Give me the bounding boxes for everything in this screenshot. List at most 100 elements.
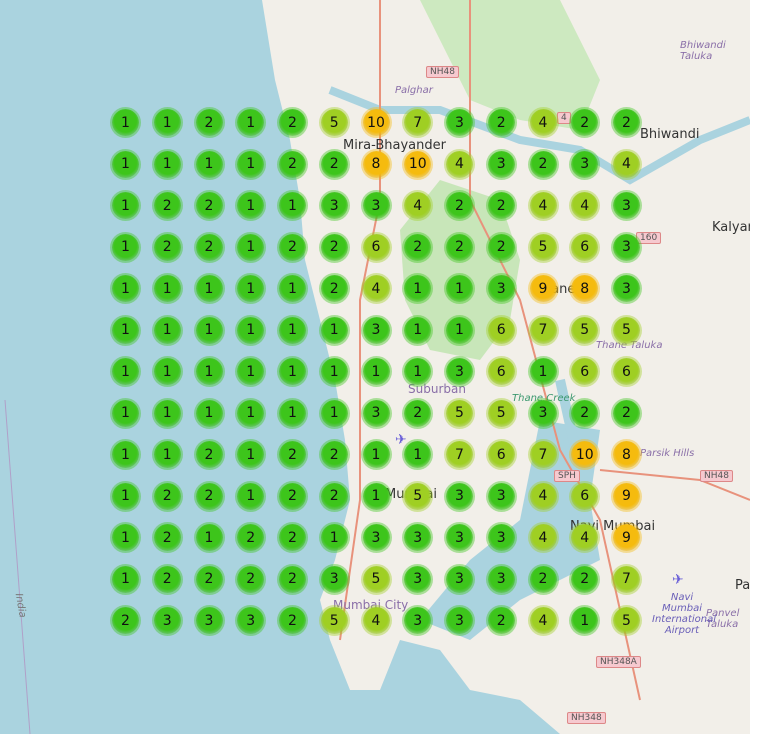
cluster-marker[interactable]: 1 (112, 358, 139, 385)
cluster-marker[interactable]: 3 (613, 275, 640, 302)
cluster-marker[interactable]: 1 (320, 358, 348, 385)
cluster-marker[interactable]: 2 (195, 482, 223, 510)
cluster-marker[interactable]: 5 (320, 109, 348, 136)
cluster-marker[interactable]: 2 (195, 441, 223, 468)
cluster-marker[interactable]: 1 (195, 275, 223, 302)
cluster-marker[interactable]: 3 (487, 524, 515, 551)
cluster-marker[interactable]: 7 (529, 316, 557, 344)
cluster-marker[interactable]: 3 (153, 607, 181, 634)
cluster-marker[interactable]: 2 (279, 524, 306, 551)
cluster-marker[interactable]: 1 (237, 399, 265, 427)
cluster-marker[interactable]: 1 (153, 109, 181, 136)
cluster-marker[interactable]: 1 (112, 316, 139, 344)
cluster-marker[interactable]: 5 (446, 399, 473, 427)
cluster-marker[interactable]: 4 (529, 109, 557, 136)
cluster-marker[interactable]: 2 (279, 150, 306, 178)
cluster-marker[interactable]: 1 (529, 358, 557, 385)
cluster-marker[interactable]: 2 (487, 192, 515, 219)
cluster-marker[interactable]: 3 (404, 565, 432, 593)
cluster-marker[interactable]: 6 (571, 233, 599, 261)
cluster-marker[interactable]: 3 (362, 316, 390, 344)
cluster-marker[interactable]: 5 (613, 607, 640, 634)
cluster-marker[interactable]: 2 (279, 109, 306, 136)
cluster-marker[interactable]: 2 (446, 192, 473, 219)
cluster-marker[interactable]: 1 (112, 399, 139, 427)
cluster-marker[interactable]: 1 (362, 441, 390, 468)
cluster-marker[interactable]: 2 (279, 441, 306, 468)
cluster-marker[interactable]: 9 (613, 482, 640, 510)
cluster-marker[interactable]: 1 (112, 275, 139, 302)
cluster-marker[interactable]: 2 (237, 565, 265, 593)
cluster-marker[interactable]: 3 (446, 565, 473, 593)
cluster-marker[interactable]: 4 (529, 482, 557, 510)
cluster-marker[interactable]: 3 (195, 607, 223, 634)
cluster-marker[interactable]: 4 (613, 150, 640, 178)
cluster-marker[interactable]: 3 (487, 565, 515, 593)
cluster-marker[interactable]: 1 (112, 233, 139, 261)
cluster-marker[interactable]: 2 (153, 524, 181, 551)
cluster-marker[interactable]: 1 (112, 109, 139, 136)
cluster-marker[interactable]: 4 (362, 607, 390, 634)
cluster-marker[interactable]: 3 (362, 524, 390, 551)
cluster-marker[interactable]: 5 (571, 316, 599, 344)
cluster-marker[interactable]: 2 (195, 565, 223, 593)
cluster-marker[interactable]: 2 (153, 565, 181, 593)
cluster-marker[interactable]: 1 (362, 482, 390, 510)
cluster-marker[interactable]: 1 (153, 275, 181, 302)
cluster-marker[interactable]: 3 (320, 565, 348, 593)
cluster-marker[interactable]: 1 (279, 358, 306, 385)
cluster-marker[interactable]: 1 (112, 150, 139, 178)
cluster-marker[interactable]: 1 (320, 524, 348, 551)
cluster-marker[interactable]: 2 (487, 233, 515, 261)
map-view[interactable]: Mira-Bhayander Bhiwandi Kalyan Thane Sub… (0, 0, 750, 734)
cluster-marker[interactable]: 1 (112, 524, 139, 551)
cluster-marker[interactable]: 2 (153, 233, 181, 261)
cluster-marker[interactable]: 2 (487, 607, 515, 634)
cluster-marker[interactable]: 4 (529, 607, 557, 634)
cluster-marker[interactable]: 1 (237, 150, 265, 178)
cluster-marker[interactable]: 3 (529, 399, 557, 427)
cluster-marker[interactable]: 2 (613, 109, 640, 136)
cluster-marker[interactable]: 1 (320, 316, 348, 344)
cluster-marker[interactable]: 1 (195, 399, 223, 427)
cluster-marker[interactable]: 5 (613, 316, 640, 344)
cluster-marker[interactable]: 1 (112, 192, 139, 219)
cluster-marker[interactable]: 5 (529, 233, 557, 261)
cluster-marker[interactable]: 3 (362, 399, 390, 427)
cluster-marker[interactable]: 8 (613, 441, 640, 468)
cluster-marker[interactable]: 4 (529, 524, 557, 551)
cluster-marker[interactable]: 2 (320, 150, 348, 178)
cluster-marker[interactable]: 6 (613, 358, 640, 385)
cluster-marker[interactable]: 3 (446, 482, 473, 510)
cluster-marker[interactable]: 3 (613, 233, 640, 261)
cluster-marker[interactable]: 1 (153, 399, 181, 427)
cluster-marker[interactable]: 2 (320, 233, 348, 261)
cluster-marker[interactable]: 2 (529, 150, 557, 178)
cluster-marker[interactable]: 3 (320, 192, 348, 219)
cluster-marker[interactable]: 2 (487, 109, 515, 136)
cluster-marker[interactable]: 3 (446, 358, 473, 385)
cluster-marker[interactable]: 2 (279, 482, 306, 510)
cluster-marker[interactable]: 2 (404, 399, 432, 427)
cluster-marker[interactable]: 5 (404, 482, 432, 510)
cluster-marker[interactable]: 9 (613, 524, 640, 551)
cluster-marker[interactable]: 1 (446, 275, 473, 302)
cluster-marker[interactable]: 1 (195, 316, 223, 344)
cluster-marker[interactable]: 7 (446, 441, 473, 468)
cluster-marker[interactable]: 1 (112, 482, 139, 510)
cluster-marker[interactable]: 2 (279, 607, 306, 634)
cluster-marker[interactable]: 1 (279, 275, 306, 302)
cluster-marker[interactable]: 6 (487, 358, 515, 385)
cluster-marker[interactable]: 3 (446, 607, 473, 634)
cluster-marker[interactable]: 9 (529, 275, 557, 302)
cluster-marker[interactable]: 4 (446, 150, 473, 178)
cluster-marker[interactable]: 6 (362, 233, 390, 261)
cluster-marker[interactable]: 2 (446, 233, 473, 261)
cluster-marker[interactable]: 1 (153, 150, 181, 178)
cluster-marker[interactable]: 8 (362, 150, 390, 178)
cluster-marker[interactable]: 2 (529, 565, 557, 593)
cluster-marker[interactable]: 1 (279, 192, 306, 219)
cluster-marker[interactable]: 1 (237, 233, 265, 261)
cluster-marker[interactable]: 2 (279, 565, 306, 593)
cluster-marker[interactable]: 6 (487, 441, 515, 468)
